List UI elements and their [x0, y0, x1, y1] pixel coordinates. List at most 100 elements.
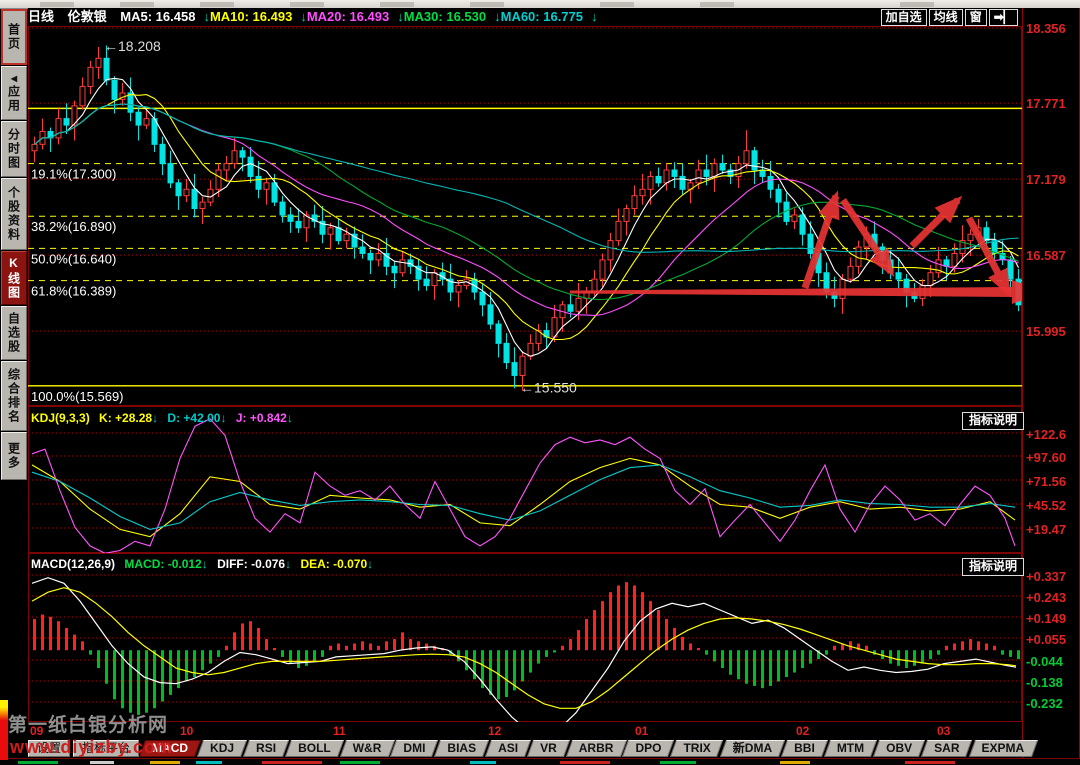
month-label: 02	[796, 724, 809, 738]
sidebar-item-label: 个股资料	[6, 186, 23, 242]
price-axis-label: +71.56	[1026, 474, 1066, 489]
price-axis-label: +45.52	[1026, 498, 1066, 513]
kdj-chart	[28, 406, 1022, 553]
chart-toolbar-buttons: 加自选 均线 窗 ➡▏	[881, 9, 1018, 26]
kdj-pane[interactable]	[28, 406, 1022, 553]
down-arrow-icon: ↓	[591, 9, 598, 24]
price-axis-label: +0.243	[1026, 590, 1066, 605]
tab-dpo[interactable]: DPO	[625, 740, 671, 757]
tab-bias[interactable]: BIAS	[437, 740, 486, 757]
tab-boll[interactable]: BOLL	[288, 740, 341, 757]
sidebar-item-label: 首页	[6, 23, 23, 51]
sidebar-item-label: 分时图	[6, 128, 23, 170]
add-watchlist-button[interactable]: 加自选	[881, 9, 927, 26]
price-axis-label: +0.337	[1026, 569, 1066, 584]
price-axis-label: +122.6	[1026, 427, 1066, 442]
price-axis-label: 16.587	[1026, 248, 1066, 263]
tab-新dma[interactable]: 新DMA	[723, 740, 782, 757]
left-sidebar: 首页 ◀应用分时图个股资料 K线图自选股综合排名更多	[0, 8, 28, 481]
price-axis-label: 15.995	[1026, 324, 1066, 339]
sidebar-item-2[interactable]: ◀应用	[1, 66, 27, 120]
watermark-url: www.diyizby.com	[10, 737, 173, 758]
symbol-label: 伦敦银	[68, 9, 107, 24]
month-label: 12	[488, 724, 501, 738]
price-axis-label: 17.771	[1026, 96, 1066, 111]
price-axis-label: +0.149	[1026, 611, 1066, 626]
svg-text:100.0%(15.569): 100.0%(15.569)	[31, 389, 124, 404]
macd-help-button[interactable]: 指标说明	[962, 558, 1024, 576]
dock-arrow-icon[interactable]: ➡▏	[989, 9, 1018, 26]
tab-sar[interactable]: SAR	[924, 740, 969, 757]
sidebar-item-6[interactable]: 自选股	[1, 306, 27, 360]
sidebar-item-4[interactable]: 个股资料	[1, 178, 27, 250]
svg-text:38.2%(16.890): 38.2%(16.890)	[31, 219, 116, 234]
tab-expma[interactable]: EXPMA	[972, 740, 1035, 757]
tab-dmi[interactable]: DMI	[393, 740, 435, 757]
down-arrow-icon: ↓	[397, 9, 404, 24]
price-axis-label: -0.138	[1026, 675, 1063, 690]
macd-header: MACD(12,26,9) MACD: -0.012↓ DIFF: -0.076…	[31, 557, 379, 571]
candlestick-chart: 19.1%(17.300)38.2%(16.890)50.0%(16.640)6…	[28, 26, 1022, 406]
price-axis-label: 18.356	[1026, 21, 1066, 36]
collapse-icon: ◀	[11, 74, 17, 83]
svg-text:61.8%(16.389): 61.8%(16.389)	[31, 284, 116, 299]
ma-toggle-button[interactable]: 均线	[929, 9, 963, 26]
tab-w&r[interactable]: W&R	[343, 740, 392, 757]
month-label: 03	[937, 724, 950, 738]
ma-value-2: MA20: 16.493	[307, 9, 389, 24]
price-axis-label: 17.179	[1026, 172, 1066, 187]
chart-info-bar: 日线 伦敦银 MA5: 16.458↓MA10: 16.493↓MA20: 16…	[28, 8, 1022, 26]
app-window: 日线 伦敦银 MA5: 16.458↓MA10: 16.493↓MA20: 16…	[0, 0, 1080, 765]
svg-text:←15.550: ←15.550	[520, 379, 577, 395]
time-axis: 09101112010203	[28, 722, 1022, 740]
sidebar-item-5[interactable]: K线图	[1, 251, 27, 305]
kdj-d-value: D: +42.00↓	[167, 411, 226, 425]
tab-mtm[interactable]: MTM	[827, 740, 874, 757]
svg-text:←18.208: ←18.208	[104, 38, 161, 54]
kdj-header: KDJ(9,3,3) K: +28.28↓ D: +42.00↓ J: +0.8…	[31, 411, 299, 425]
macd-chart	[28, 553, 1022, 722]
price-axis-label: +0.055	[1026, 632, 1066, 647]
diff-value: DIFF: -0.076↓	[217, 557, 291, 571]
down-arrow-icon: ↓	[494, 9, 501, 24]
month-label: 10	[180, 724, 193, 738]
price-axis-label: +97.60	[1026, 450, 1066, 465]
ma-value-3: MA30: 16.530	[404, 9, 486, 24]
watermark-logo	[0, 700, 8, 760]
period-label: 日线	[28, 9, 54, 24]
tab-arbr[interactable]: ARBR	[569, 740, 624, 757]
price-axis-label: -0.232	[1026, 696, 1063, 711]
down-arrow-icon: ↓	[300, 9, 307, 24]
macd-pane[interactable]	[28, 553, 1022, 722]
sidebar-item-1[interactable]: 首页	[1, 9, 27, 65]
dea-value: DEA: -0.070↓	[300, 557, 373, 571]
macd-value: MACD: -0.012↓	[124, 557, 207, 571]
tab-vr[interactable]: VR	[530, 740, 567, 757]
price-axis-label: +19.47	[1026, 522, 1066, 537]
main-chart-pane[interactable]: 19.1%(17.300)38.2%(16.890)50.0%(16.640)6…	[28, 26, 1022, 406]
kdj-j-value: J: +0.842↓	[236, 411, 293, 425]
tab-asi[interactable]: ASI	[488, 740, 528, 757]
sidebar-item-7[interactable]: 综合排名	[1, 361, 27, 431]
kdj-title: KDJ(9,3,3)	[31, 411, 90, 425]
tab-bbi[interactable]: BBI	[784, 740, 825, 757]
indicator-tabs-bar: 设置指标平台MACDKDJRSIBOLLW&RDMIBIASASIVRARBRD…	[28, 740, 1080, 758]
tab-obv[interactable]: OBV	[876, 740, 922, 757]
tab-rsi[interactable]: RSI	[246, 740, 286, 757]
svg-text:19.1%(17.300): 19.1%(17.300)	[31, 167, 116, 182]
watermark-sitename: 第一纸白银分析网	[8, 710, 168, 737]
price-axis-label: -0.044	[1026, 654, 1063, 669]
sidebar-item-8[interactable]: 更多	[1, 432, 27, 480]
sidebar-item-3[interactable]: 分时图	[1, 121, 27, 177]
kdj-help-button[interactable]: 指标说明	[962, 412, 1024, 430]
sidebar-item-label: 更多	[6, 442, 23, 470]
sidebar-item-label: 自选股	[6, 312, 23, 354]
price-axis-column: 18.356 17.771 17.179 16.587 15.995 +122.6 +97.…	[1022, 8, 1080, 758]
window-button[interactable]: 窗	[965, 9, 987, 26]
clipped-status-row	[0, 758, 1080, 765]
tab-trix[interactable]: TRIX	[673, 740, 720, 757]
ma-value-0: MA5: 16.458	[120, 9, 195, 24]
ma-value-4: MA60: 16.775	[501, 9, 583, 24]
kdj-k-value: K: +28.28↓	[99, 411, 158, 425]
tab-kdj[interactable]: KDJ	[200, 740, 244, 757]
